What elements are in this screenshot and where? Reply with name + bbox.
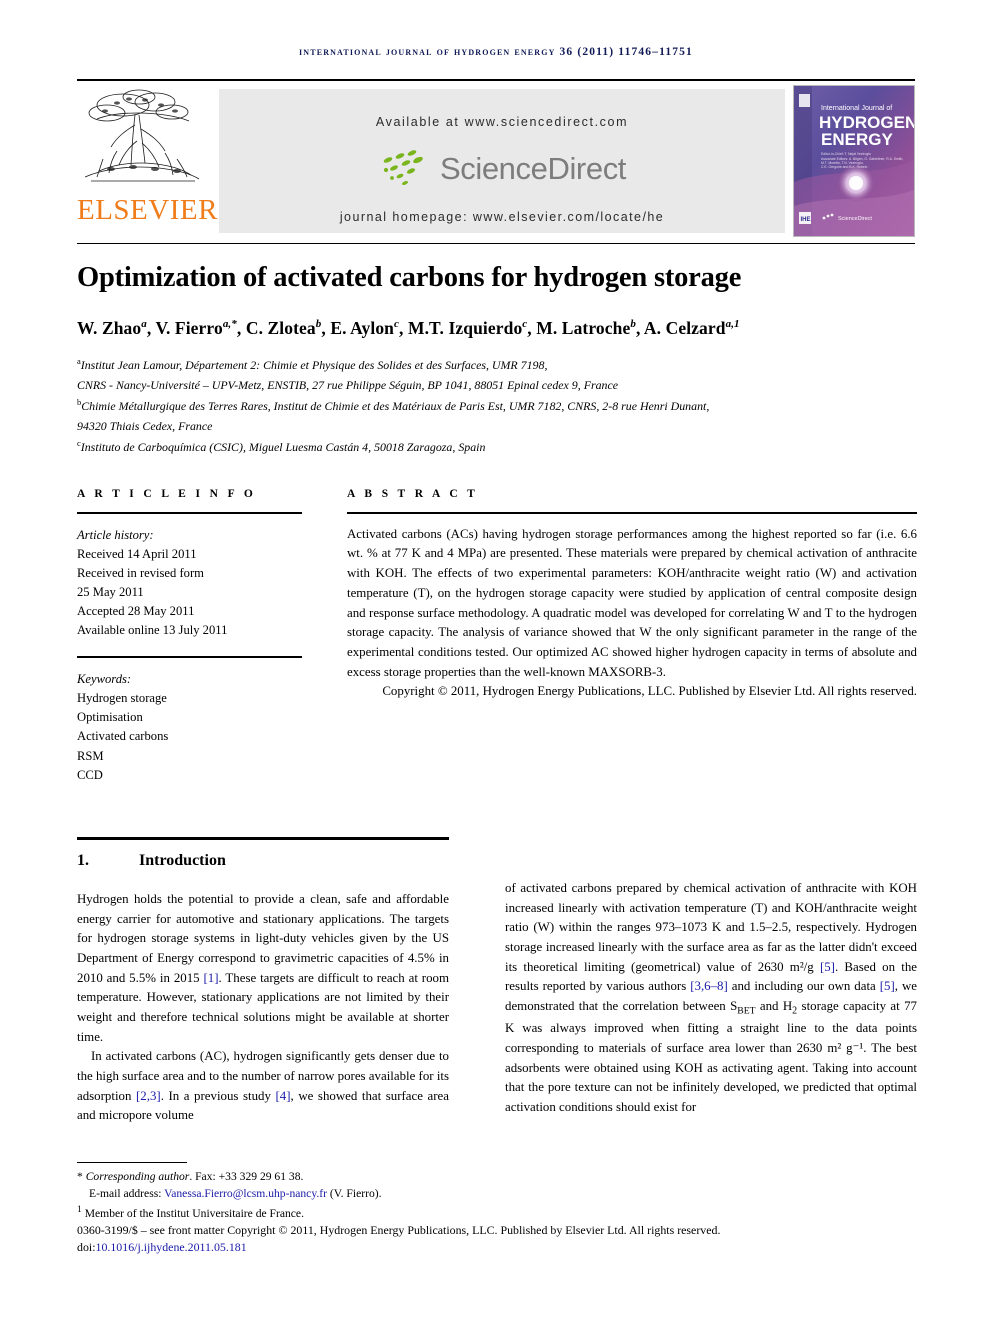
- doi-line: doi:10.1016/j.ijhydene.2011.05.181: [77, 1240, 247, 1255]
- keyword-item: Hydrogen storage: [77, 691, 167, 706]
- page-title: Optimization of activated carbons for hy…: [77, 262, 742, 293]
- svg-text:ENERGY: ENERGY: [821, 130, 893, 149]
- citation-link[interactable]: [3,6–8]: [690, 979, 728, 993]
- sciencedirect-swoosh-icon: [383, 150, 423, 186]
- imprint-block: 0360-3199/$ – see front matter Copyright…: [77, 1222, 922, 1257]
- footnote-marker: 1: [77, 1203, 82, 1215]
- article-info-rule-mid: [77, 656, 302, 659]
- affiliation-item: cInstituto de Carboquímica (CSIC), Migue…: [77, 437, 486, 454]
- history-item: Received 14 April 2011: [77, 546, 197, 561]
- article-history: Article history: Received 14 April 2011 …: [77, 526, 302, 641]
- section-number: 1.: [77, 852, 89, 869]
- history-item: Accepted 28 May 2011: [77, 604, 195, 619]
- citation-link[interactable]: [2,3]: [136, 1089, 161, 1103]
- paper-page: International Journal of Hydrogen Energy…: [0, 0, 992, 1323]
- svg-text:ScienceDirect: ScienceDirect: [838, 216, 872, 222]
- abstract-copyright: Copyright © 2011, Hydrogen Energy Public…: [382, 684, 917, 699]
- keyword-item: Optimisation: [77, 710, 143, 725]
- svg-text:C.E. Gregoire and B.K. Rebelo: C.E. Gregoire and B.K. Rebelo: [821, 165, 867, 169]
- section-heading: 1. Introduction: [77, 852, 226, 870]
- affiliation-item: CNRS - Nancy-Université – UPV-Metz, ENST…: [77, 377, 619, 392]
- header-rule: [77, 79, 915, 81]
- email-link[interactable]: Vanessa.Fierro@lcsm.uhp-nancy.fr: [164, 1187, 327, 1200]
- running-head: International Journal of Hydrogen Energy…: [299, 46, 693, 58]
- affiliation-item: bChimie Métallurgique des Terres Rares, …: [77, 396, 710, 413]
- body-column-right: of activated carbons prepared by chemica…: [505, 879, 917, 1118]
- sciencedirect-wordmark: ScienceDirect: [439, 151, 627, 186]
- keyword-item: CCD: [77, 767, 103, 782]
- citation-link[interactable]: [1]: [204, 971, 219, 985]
- abstract-text: Activated carbons (ACs) having hydrogen …: [347, 526, 917, 679]
- affiliation-item: aInstitut Jean Lamour, Département 2: Ch…: [77, 356, 548, 372]
- article-info-heading: A R T I C L E I N F O: [77, 488, 257, 500]
- email-note: E-mail address: Vanessa.Fierro@lcsm.uhp-…: [89, 1187, 382, 1201]
- section-name: Introduction: [139, 852, 226, 869]
- svg-text:Editor-in-Chief: T. Nejat Vez: Editor-in-Chief: T. Nejat Veziroglu: [821, 152, 871, 156]
- affiliation-item: 94320 Thiais Cedex, France: [77, 418, 213, 433]
- footnote-marker: *: [77, 1170, 83, 1183]
- paragraph: Hydrogen holds the potential to provide …: [77, 892, 449, 1044]
- keyword-item: RSM: [77, 748, 104, 763]
- keywords-block: Keywords: Hydrogen storage Optimisation …: [77, 670, 302, 785]
- history-item: 25 May 2011: [77, 585, 144, 600]
- sciencedirect-banner: Available at www.sciencedirect.com Scien…: [219, 89, 785, 233]
- svg-text:International Journal of: International Journal of: [821, 105, 892, 112]
- article-info-column: A R T I C L E I N F O Article history: R…: [77, 488, 302, 785]
- abstract-heading: A B S T R A C T: [347, 488, 479, 500]
- section-rule: [77, 837, 449, 840]
- journal-homepage-text[interactable]: journal homepage: www.elsevier.com/locat…: [219, 210, 785, 224]
- article-history-label: Article history:: [77, 527, 154, 542]
- keywords-label: Keywords:: [77, 672, 132, 687]
- elsevier-logo[interactable]: ELSEVIER: [77, 85, 218, 235]
- article-info-rule-top: [77, 512, 302, 514]
- citation-link[interactable]: [5]: [880, 979, 895, 993]
- sciencedirect-logo[interactable]: ScienceDirect: [219, 146, 785, 192]
- abstract-column: A B S T R A C T Activated carbons (ACs) …: [347, 488, 917, 702]
- issn-line: 0360-3199/$ – see front matter Copyright…: [77, 1223, 721, 1237]
- elsevier-tree-icon: [84, 89, 200, 182]
- keyword-item: Activated carbons: [77, 729, 169, 744]
- available-at-text: Available at www.sciencedirect.com: [375, 115, 629, 129]
- masthead: ELSEVIER Available at www.sciencedirect.…: [77, 85, 915, 237]
- citation-link[interactable]: [5]: [820, 960, 835, 974]
- paragraph: In activated carbons (AC), hydrogen sign…: [77, 1049, 449, 1123]
- masthead-bottom-rule: [77, 243, 915, 245]
- elsevier-wordmark: ELSEVIER: [77, 194, 218, 226]
- member-note: 1 Member of the Institut Universitaire d…: [77, 1203, 304, 1220]
- doi-link[interactable]: 10.1016/j.ijhydene.2011.05.181: [96, 1240, 247, 1254]
- footnote-rule: [77, 1162, 187, 1163]
- affiliation-list: aInstitut Jean Lamour, Département 2: Ch…: [77, 354, 922, 457]
- author-list: W. Zhaoa, V. Fierroa,*, C. Zloteab, E. A…: [77, 318, 740, 338]
- abstract-rule: [347, 512, 917, 514]
- history-item: Available online 13 July 2011: [77, 623, 228, 638]
- citation-link[interactable]: [4]: [276, 1089, 291, 1103]
- svg-text:IHE: IHE: [801, 217, 811, 223]
- history-item: Received in revised form: [77, 565, 204, 580]
- body-column-left: Hydrogen holds the potential to provide …: [77, 890, 449, 1126]
- corresponding-author-note: * Corresponding author. Fax: +33 329 29 …: [77, 1170, 304, 1183]
- paragraph: of activated carbons prepared by chemica…: [505, 881, 917, 1115]
- footnotes: * Corresponding author. Fax: +33 329 29 …: [77, 1168, 527, 1222]
- journal-cover-thumbnail: International Journal of HYDROGEN ENERGY…: [793, 85, 915, 237]
- journal-cover-art: International Journal of HYDROGEN ENERGY…: [794, 86, 914, 236]
